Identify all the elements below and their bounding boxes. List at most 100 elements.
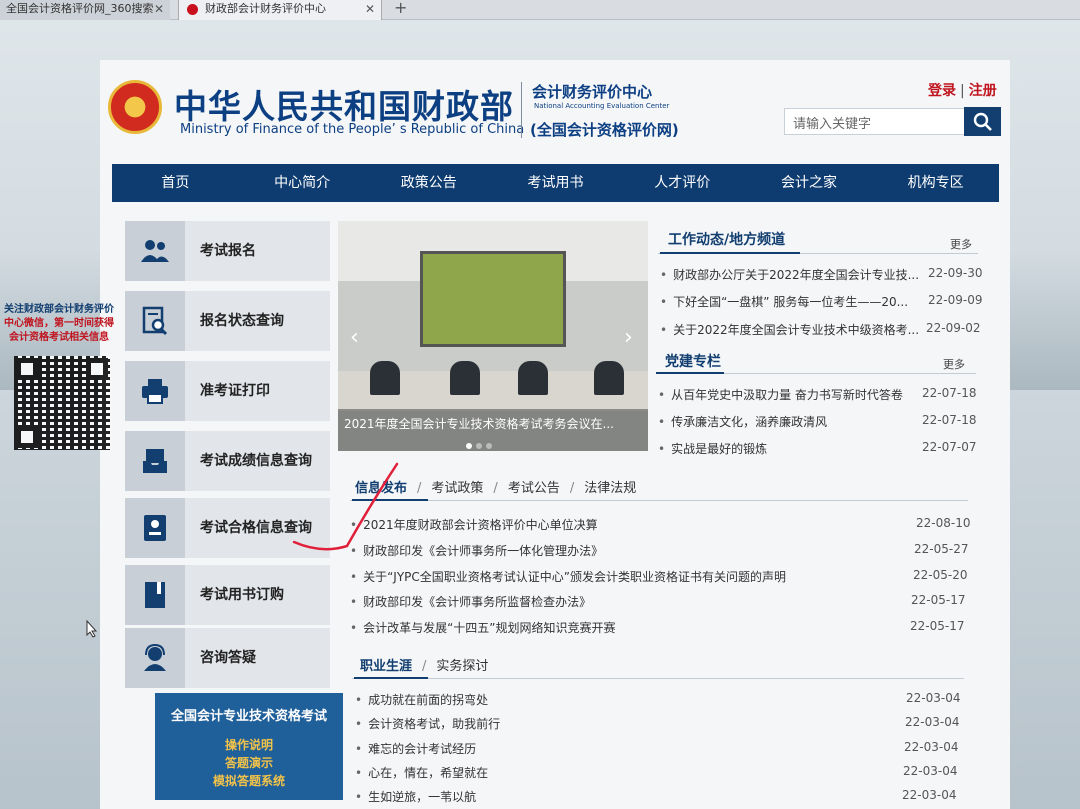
mouse-cursor-icon (86, 620, 98, 638)
list-item[interactable]: • 成功就在前面的拐弯处 (355, 691, 488, 708)
service-status-query[interactable]: 报名状态查询 (125, 291, 330, 351)
list-item[interactable]: • 会计改革与发展“十四五”规划网络知识竞赛开赛 (350, 619, 616, 636)
users-icon (125, 221, 185, 281)
tab-exam-policy[interactable]: 考试政策 (431, 481, 483, 496)
list-item[interactable]: • 难忘的会计考试经历 (355, 740, 476, 757)
nav-item-home[interactable]: 首页 (112, 164, 239, 202)
nav-item-accounting-home[interactable]: 会计之家 (746, 164, 873, 202)
certificate-icon (125, 498, 185, 558)
work-news-title[interactable]: 工作动态/地方频道 (668, 229, 785, 249)
browser-tab-active[interactable]: 财政部会计财务评价中心 ✕ (178, 0, 382, 20)
printer-icon (125, 361, 185, 421)
tab-title: 财政部会计财务评价中心 (205, 2, 326, 15)
list-item-date: 22-05-20 (913, 568, 968, 582)
book-icon (125, 565, 185, 625)
tab-practice[interactable]: 实务探讨 (436, 659, 488, 674)
slider-dots (466, 434, 496, 451)
nav-item-policy[interactable]: 政策公告 (365, 164, 492, 202)
slider-dot[interactable] (486, 443, 492, 449)
service-label: 准考证打印 (200, 383, 270, 399)
nav-item-institutions[interactable]: 机构专区 (872, 164, 999, 202)
career-tab-bar: 职业生涯 / 实务探讨 (360, 659, 489, 674)
list-item-date: 22-03-04 (905, 715, 960, 729)
service-book-order[interactable]: 考试用书订购 (125, 565, 330, 625)
list-item[interactable]: • 传承廉洁文化，涵养廉政清风 (658, 413, 827, 430)
favicon-icon (187, 4, 198, 15)
red-pen-mark (292, 462, 399, 551)
nav-item-books[interactable]: 考试用书 (492, 164, 619, 202)
service-exam-registration[interactable]: 考试报名 (125, 221, 330, 281)
exam-link-instructions[interactable]: 操作说明 (155, 736, 343, 754)
list-item-date: 22-09-02 (926, 321, 981, 335)
service-label: 考试用书订购 (200, 587, 284, 603)
search-button[interactable] (964, 107, 1001, 136)
list-item-date: 22-03-04 (902, 788, 957, 802)
center-name-english: National Accounting Evaluation Center (534, 102, 670, 110)
slide-photo (420, 251, 566, 347)
list-item-date: 22-09-09 (928, 293, 983, 307)
work-news-more-link[interactable]: 更多 (950, 236, 972, 252)
slider-dot[interactable] (466, 443, 472, 449)
nav-item-talent[interactable]: 人才评价 (619, 164, 746, 202)
center-name: 会计财务评价中心 (532, 83, 653, 101)
list-item[interactable]: • 关于“JYPC全国职业资格考试认证中心”颁发会计类职业资格证书有关问题的声明 (350, 568, 786, 585)
tab-exam-notice[interactable]: 考试公告 (508, 481, 560, 496)
close-icon[interactable]: ✕ (154, 0, 164, 18)
slide-caption[interactable]: 2021年度全国会计专业技术资格考试考务会议在... (344, 415, 644, 432)
new-tab-button[interactable]: + (394, 0, 407, 17)
list-item[interactable]: • 财政部印发《会计师事务所监督检查办法》 (350, 593, 591, 610)
register-link[interactable]: 注册 (969, 83, 997, 99)
party-news-more-link[interactable]: 更多 (943, 356, 965, 372)
list-item[interactable]: • 会计资格考试，助我前行 (355, 715, 500, 732)
list-item[interactable]: • 从百年党史中汲取力量 奋力书写新时代答卷 (658, 386, 903, 403)
slider-dot[interactable] (476, 443, 482, 449)
close-icon[interactable]: ✕ (365, 0, 375, 18)
tab-title: 全国会计资格评价网_360搜索 (6, 2, 154, 15)
national-emblem-logo (108, 80, 162, 134)
tab-laws[interactable]: 法律法规 (584, 481, 636, 496)
headset-icon (125, 628, 185, 688)
list-item[interactable]: • 下好全国“一盘棋” 服务每一位考生——20... (660, 293, 908, 310)
site-title-english: Ministry of Finance of the People’ s Rep… (180, 122, 525, 137)
slider-prev-icon[interactable]: ‹ (350, 325, 359, 350)
account-links: 登录 | 注册 (928, 80, 997, 100)
list-item-date: 22-05-27 (914, 542, 969, 556)
slider-next-icon[interactable]: › (624, 325, 633, 350)
header-divider (521, 82, 522, 138)
list-item-date: 22-09-30 (928, 266, 983, 280)
list-item-date: 22-08-10 (916, 516, 971, 530)
list-item[interactable]: • 关于2022年度全国会计专业技术中级资格考... (660, 321, 919, 338)
nav-item-about[interactable]: 中心简介 (239, 164, 366, 202)
main-nav: 首页 中心简介 政策公告 考试用书 人才评价 会计之家 机构专区 (112, 164, 999, 202)
service-label: 咨询答疑 (200, 650, 256, 666)
news-slider[interactable]: 2021年度全国会计专业技术资格考试考务会议在... ‹ › (338, 221, 648, 451)
service-consulting[interactable]: 咨询答疑 (125, 628, 330, 688)
link-separator: | (960, 83, 965, 99)
list-item-date: 22-03-04 (904, 740, 959, 754)
inbox-icon (125, 431, 185, 491)
list-item-date: 22-07-18 (922, 413, 977, 427)
center-subtitle: (全国会计资格评价网) (530, 121, 679, 139)
search-input[interactable]: 请输入关键字 (784, 108, 965, 135)
search-icon (973, 112, 992, 131)
service-label: 考试报名 (200, 243, 256, 259)
exam-link-demo[interactable]: 答题演示 (155, 754, 343, 772)
list-item[interactable]: • 生如逆旅，一苇以航 (355, 788, 476, 805)
site-title: 中华人民共和国财政部 (174, 87, 514, 126)
wechat-promo-text: 关注财政部会计财务评价 中心微信，第一时间获得 会计资格考试相关信息 (4, 304, 114, 343)
list-item-date: 22-03-04 (906, 691, 961, 705)
service-admission-print[interactable]: 准考证打印 (125, 361, 330, 421)
browser-tab-search[interactable]: 全国会计资格评价网_360搜索 ✕ (0, 0, 170, 20)
exam-link-mock[interactable]: 模拟答题系统 (155, 772, 343, 790)
tab-career[interactable]: 职业生涯 (360, 659, 412, 674)
list-item-date: 22-07-07 (922, 440, 977, 454)
exam-box-title: 全国会计专业技术资格考试 (170, 709, 327, 724)
party-news-title[interactable]: 党建专栏 (665, 351, 721, 371)
list-item[interactable]: • 财政部办公厅关于2022年度全国会计专业技... (660, 266, 919, 283)
list-item-date: 22-07-18 (922, 386, 977, 400)
list-item[interactable]: • 心在，情在，希望就在 (355, 764, 488, 781)
list-item-date: 22-05-17 (911, 593, 966, 607)
list-item-date: 22-03-04 (903, 764, 958, 778)
list-item[interactable]: • 实战是最好的锻炼 (658, 440, 767, 457)
login-link[interactable]: 登录 (928, 83, 956, 99)
